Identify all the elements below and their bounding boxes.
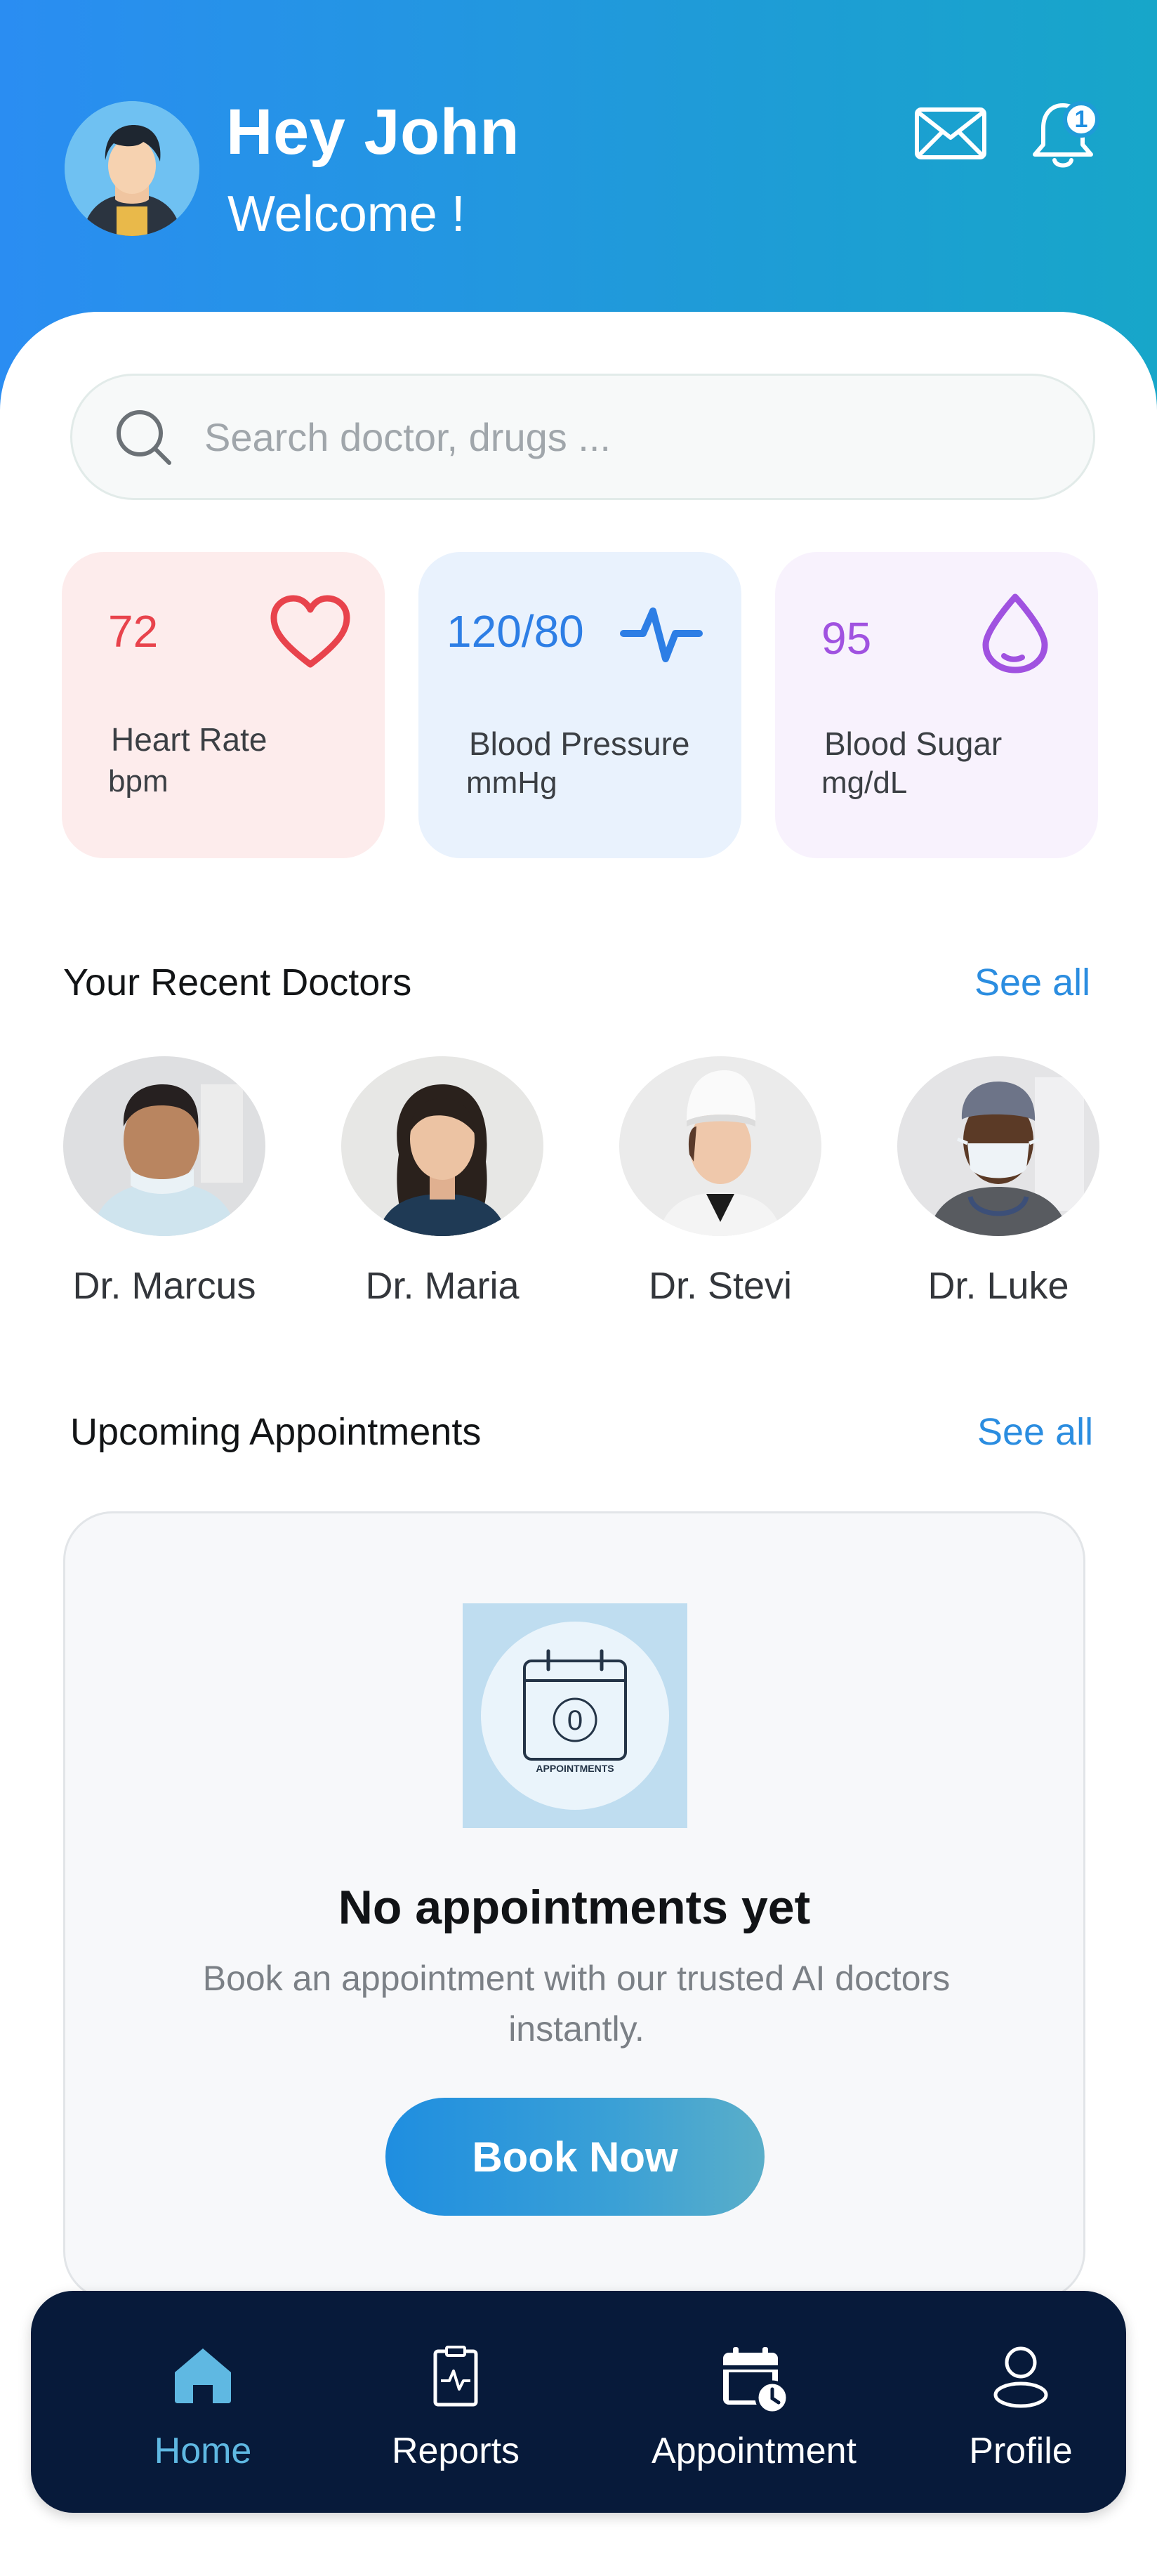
book-now-button[interactable]: Book Now [385,2098,765,2216]
doctor-photo [619,1056,821,1236]
vital-unit: bpm [108,764,168,799]
nav-label: Home [154,2431,252,2471]
report-icon [433,2346,478,2407]
doctor-name: Dr. Luke [927,1265,1069,1307]
appointments-empty-card: 0 APPOINTMENTS No appointments yet Book … [63,1511,1085,2301]
vital-value: 95 [821,613,872,664]
vital-unit: mg/dL [821,765,908,800]
search-icon [117,410,171,465]
calendar-clock-icon [723,2347,789,2414]
doctor-photo [63,1056,265,1236]
doctor-name: Dr. Stevi [648,1265,793,1307]
drop-icon [982,593,1048,673]
doctor-photo [897,1056,1099,1236]
vital-label: Blood Sugar [824,725,1003,762]
bottom-navigation: Home Reports Appointment Profile [31,2291,1126,2513]
empty-state-title: No appointments yet [338,1881,811,1934]
recent-doctors-see-all-link[interactable]: See all [974,961,1090,1004]
nav-item-home[interactable]: Home [101,2291,305,2513]
doctor-name: Dr. Maria [365,1265,520,1307]
doctor-name: Dr. Marcus [72,1265,256,1307]
nav-label: Appointment [652,2431,857,2471]
doctor-photo [341,1056,543,1236]
recent-doctors-title: Your Recent Doctors [63,961,412,1004]
nav-item-appointment[interactable]: Appointment [607,2291,901,2513]
vital-card-blood-sugar[interactable]: 95 Blood Sugar mg/dL [775,552,1098,858]
upcoming-appointments-title: Upcoming Appointments [70,1411,482,1453]
greeting-title: Hey John [226,96,520,168]
avatar[interactable] [65,101,199,236]
pulse-icon [620,607,703,662]
user-icon [993,2346,1048,2408]
doctor-card-maria[interactable]: Dr. Maria [341,1056,543,1308]
vital-value: 120/80 [447,606,584,657]
user-avatar-illustration [65,101,199,236]
vital-label: Heart Rate [111,721,267,758]
appointments-count-text: 0 [567,1705,583,1736]
appointments-illustration-label: APPOINTMENTS [536,1763,614,1774]
appointments-illustration: 0 APPOINTMENTS [463,1603,687,1828]
doctor-card-marcus[interactable]: Dr. Marcus [63,1056,265,1308]
nav-item-profile[interactable]: Profile [915,2291,1126,2513]
vital-unit: mmHg [466,765,557,800]
doctor-card-stevi[interactable]: Dr. Stevi [619,1056,821,1308]
nav-item-reports[interactable]: Reports [354,2291,557,2513]
nav-label: Profile [969,2431,1073,2471]
home-icon [175,2348,231,2403]
vital-card-blood-pressure[interactable]: 120/80 Blood Pressure mmHg [418,552,741,858]
search-bar[interactable] [70,374,1095,500]
vital-label: Blood Pressure [469,725,690,762]
nav-label: Reports [391,2431,520,2471]
vital-value: 72 [108,606,159,657]
notification-badge: 1 [1063,101,1099,138]
heart-icon [270,595,350,668]
empty-state-description: Book an appointment with our trusted AI … [202,1959,951,2049]
mail-icon[interactable] [914,107,987,160]
doctor-card-luke[interactable]: Dr. Luke [897,1056,1099,1308]
vital-card-heart-rate[interactable]: 72 Heart Rate bpm [62,552,385,858]
appointments-see-all-link[interactable]: See all [977,1410,1093,1454]
search-input[interactable] [204,414,1047,460]
welcome-subtitle: Welcome ! [227,186,465,242]
